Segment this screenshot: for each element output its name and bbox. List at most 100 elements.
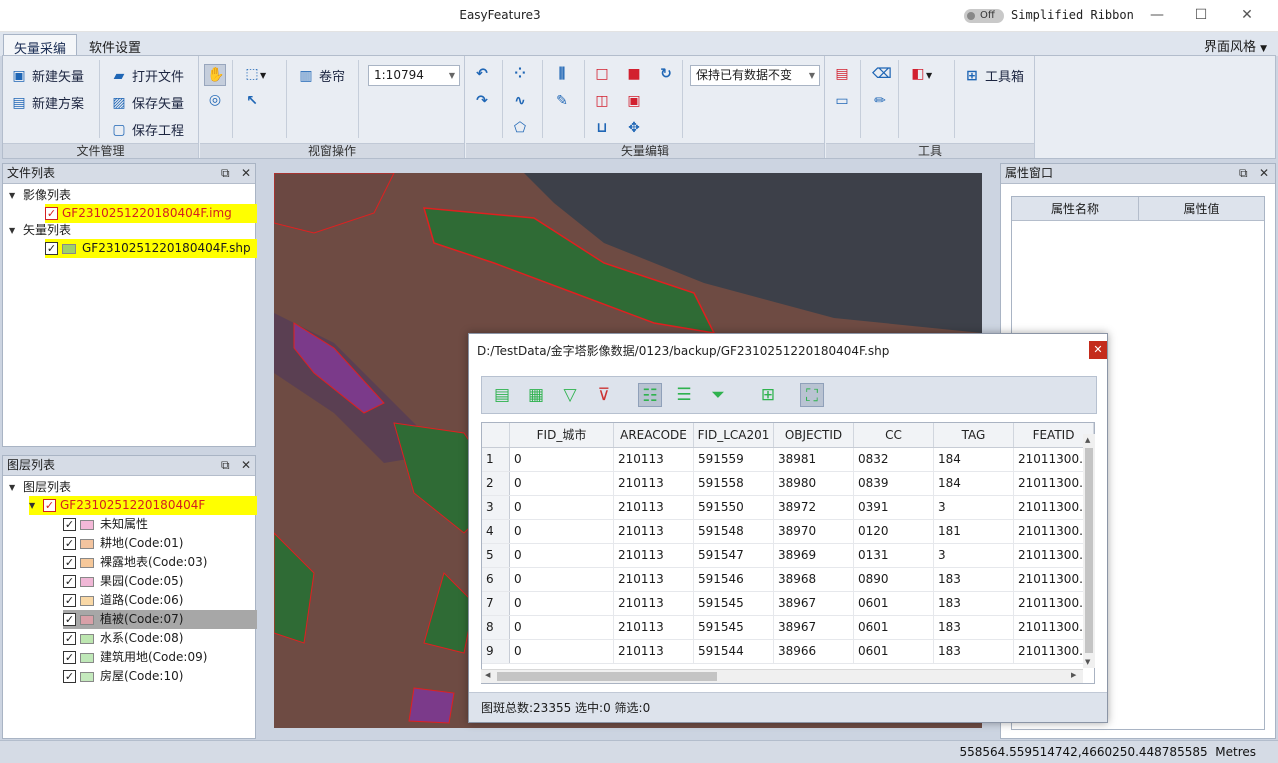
save-vector-button[interactable]: ▨ 保存矢量: [111, 93, 184, 113]
scroll-right-arrow-icon[interactable]: ▶: [1071, 671, 1079, 679]
close-window-button[interactable]: ✕: [1232, 6, 1262, 26]
eraser-button[interactable]: ⌫: [872, 66, 892, 82]
checkbox-checked-icon[interactable]: ✓: [63, 575, 76, 588]
table-cell[interactable]: 591558: [693, 471, 774, 496]
layer-class-item[interactable]: ✓ 未知属性: [63, 515, 257, 534]
layer-class-item[interactable]: ✓ 裸露地表(Code:03): [63, 553, 257, 572]
table-cell[interactable]: 0832: [853, 447, 934, 472]
minimize-button[interactable]: —: [1142, 6, 1172, 26]
funnel-icon[interactable]: ⏷: [706, 383, 730, 407]
layer-class-item[interactable]: ✓ 植被(Code:07): [63, 610, 257, 629]
table-cell[interactable]: 0: [509, 471, 614, 496]
table-cell[interactable]: 21011300...: [1013, 519, 1094, 544]
row-number-cell[interactable]: 7: [482, 591, 510, 616]
table-cell[interactable]: 591544: [693, 639, 774, 664]
table-row[interactable]: 4 0 210113 591548 38970 0120 181 21011300...: [482, 519, 1094, 544]
draw-point-button[interactable]: ⁘: [512, 66, 528, 82]
table-cell[interactable]: 591559: [693, 447, 774, 472]
layer-class-item[interactable]: ✓ 道路(Code:06): [63, 591, 257, 610]
table-cell[interactable]: 38972: [773, 495, 854, 520]
clear-filter-icon[interactable]: ⊽: [592, 383, 616, 407]
show-all-icon[interactable]: ☷: [638, 383, 662, 407]
table-cell[interactable]: 210113: [613, 591, 694, 616]
layer-class-item[interactable]: ✓ 房屋(Code:10): [63, 667, 257, 686]
table-cell[interactable]: 210113: [613, 615, 694, 640]
curtain-button[interactable]: ▥ 卷帘: [298, 66, 345, 86]
layer-style-button[interactable]: ◧▼: [910, 66, 932, 82]
checkbox-checked-icon[interactable]: ✓: [45, 207, 58, 220]
table-cell[interactable]: 210113: [613, 543, 694, 568]
close-panel-icon[interactable]: ✕: [241, 164, 251, 183]
checkbox-checked-icon[interactable]: ✓: [63, 651, 76, 664]
layer-root-node[interactable]: ▼ 图层列表: [9, 478, 71, 497]
table-cell[interactable]: 183: [933, 591, 1014, 616]
table-cell[interactable]: 210113: [613, 639, 694, 664]
new-vector-button[interactable]: ▣ 新建矢量: [11, 66, 84, 86]
data-mode-combo[interactable]: 保持已有数据不变 ▼: [690, 65, 820, 86]
tab-software-settings[interactable]: 软件设置: [79, 34, 151, 56]
zoom-window-button[interactable]: ◎: [207, 92, 223, 108]
table-cell[interactable]: 0601: [853, 615, 934, 640]
table-cell[interactable]: 0: [509, 591, 614, 616]
table-cell[interactable]: 0: [509, 543, 614, 568]
table-cell[interactable]: 38969: [773, 543, 854, 568]
close-panel-icon[interactable]: ✕: [241, 456, 251, 475]
edit-tool-3[interactable]: ⊔: [594, 120, 610, 136]
table-cell[interactable]: 0120: [853, 519, 934, 544]
edit-tool-2[interactable]: ◫: [594, 93, 610, 109]
draw-line-button[interactable]: ∿: [512, 93, 528, 109]
open-file-button[interactable]: ▰ 打开文件: [111, 66, 184, 86]
attribute-tool-button[interactable]: ▤: [834, 66, 850, 82]
checkbox-checked-icon[interactable]: ✓: [63, 556, 76, 569]
table-cell[interactable]: 0601: [853, 591, 934, 616]
table-row[interactable]: 2 0 210113 591558 38980 0839 184 21011300...: [482, 471, 1094, 496]
table-cell[interactable]: 210113: [613, 495, 694, 520]
vector-list-node[interactable]: ▼ 矢量列表: [9, 221, 71, 240]
horizontal-scrollbar[interactable]: ◀ ▶: [481, 669, 1083, 683]
table-cell[interactable]: 21011300...: [1013, 567, 1094, 592]
select-tool-button[interactable]: ⬚▼: [244, 66, 266, 82]
image-file-item[interactable]: ✓ GF2310251220180404F.img: [45, 204, 257, 223]
float-panel-icon[interactable]: ⧉: [221, 456, 230, 475]
simplified-ribbon-toggle[interactable]: Off: [964, 9, 1004, 23]
row-number-cell[interactable]: 8: [482, 615, 510, 640]
table-row[interactable]: 1 0 210113 591559 38981 0832 184 21011300...: [482, 447, 1094, 472]
draw-polygon-button[interactable]: ⬠: [512, 120, 528, 136]
calculator-icon[interactable]: ▦: [524, 383, 548, 407]
vertical-scroll-thumb[interactable]: [1085, 448, 1093, 653]
table-row[interactable]: 9 0 210113 591544 38966 0601 183 21011300...: [482, 639, 1094, 664]
float-panel-icon[interactable]: ⧉: [1239, 164, 1248, 183]
field-table-icon[interactable]: ⊞: [756, 383, 780, 407]
table-cell[interactable]: 183: [933, 567, 1014, 592]
table-cell[interactable]: 210113: [613, 471, 694, 496]
checkbox-checked-icon[interactable]: ✓: [63, 594, 76, 607]
layer-class-item[interactable]: ✓ 建筑用地(Code:09): [63, 648, 257, 667]
undo-button[interactable]: ↶: [474, 66, 490, 82]
table-cell[interactable]: 0: [509, 519, 614, 544]
layer-class-item[interactable]: ✓ 耕地(Code:01): [63, 534, 257, 553]
table-cell[interactable]: 210113: [613, 519, 694, 544]
toolbox-button[interactable]: ⊞ 工具箱: [964, 66, 1024, 86]
table-cell[interactable]: 21011300...: [1013, 591, 1094, 616]
checkbox-checked-icon[interactable]: ✓: [63, 613, 76, 626]
row-number-cell[interactable]: 5: [482, 543, 510, 568]
filter-icon[interactable]: ▽: [558, 383, 582, 407]
column-header[interactable]: TAG: [933, 423, 1014, 448]
row-number-cell[interactable]: 4: [482, 519, 510, 544]
table-cell[interactable]: 38970: [773, 519, 854, 544]
pencil-button[interactable]: ✏: [872, 93, 888, 109]
vector-file-item[interactable]: ✓ GF2310251220180404F.shp: [45, 239, 257, 258]
layer-class-item[interactable]: ✓ 水系(Code:08): [63, 629, 257, 648]
table-cell[interactable]: 591550: [693, 495, 774, 520]
split-button[interactable]: ⫼: [554, 66, 570, 82]
table-cell[interactable]: 0839: [853, 471, 934, 496]
row-number-cell[interactable]: 3: [482, 495, 510, 520]
horizontal-scroll-thumb[interactable]: [497, 672, 717, 681]
theme-menu[interactable]: 界面风格 ▼: [1204, 36, 1267, 55]
table-cell[interactable]: 0601: [853, 639, 934, 664]
scroll-up-arrow-icon[interactable]: ▲: [1085, 436, 1093, 444]
column-header[interactable]: CC: [853, 423, 934, 448]
attribute-edit-button[interactable]: ▭: [834, 93, 850, 109]
table-cell[interactable]: 210113: [613, 447, 694, 472]
tab-vector-edit[interactable]: 矢量采编: [3, 34, 78, 57]
